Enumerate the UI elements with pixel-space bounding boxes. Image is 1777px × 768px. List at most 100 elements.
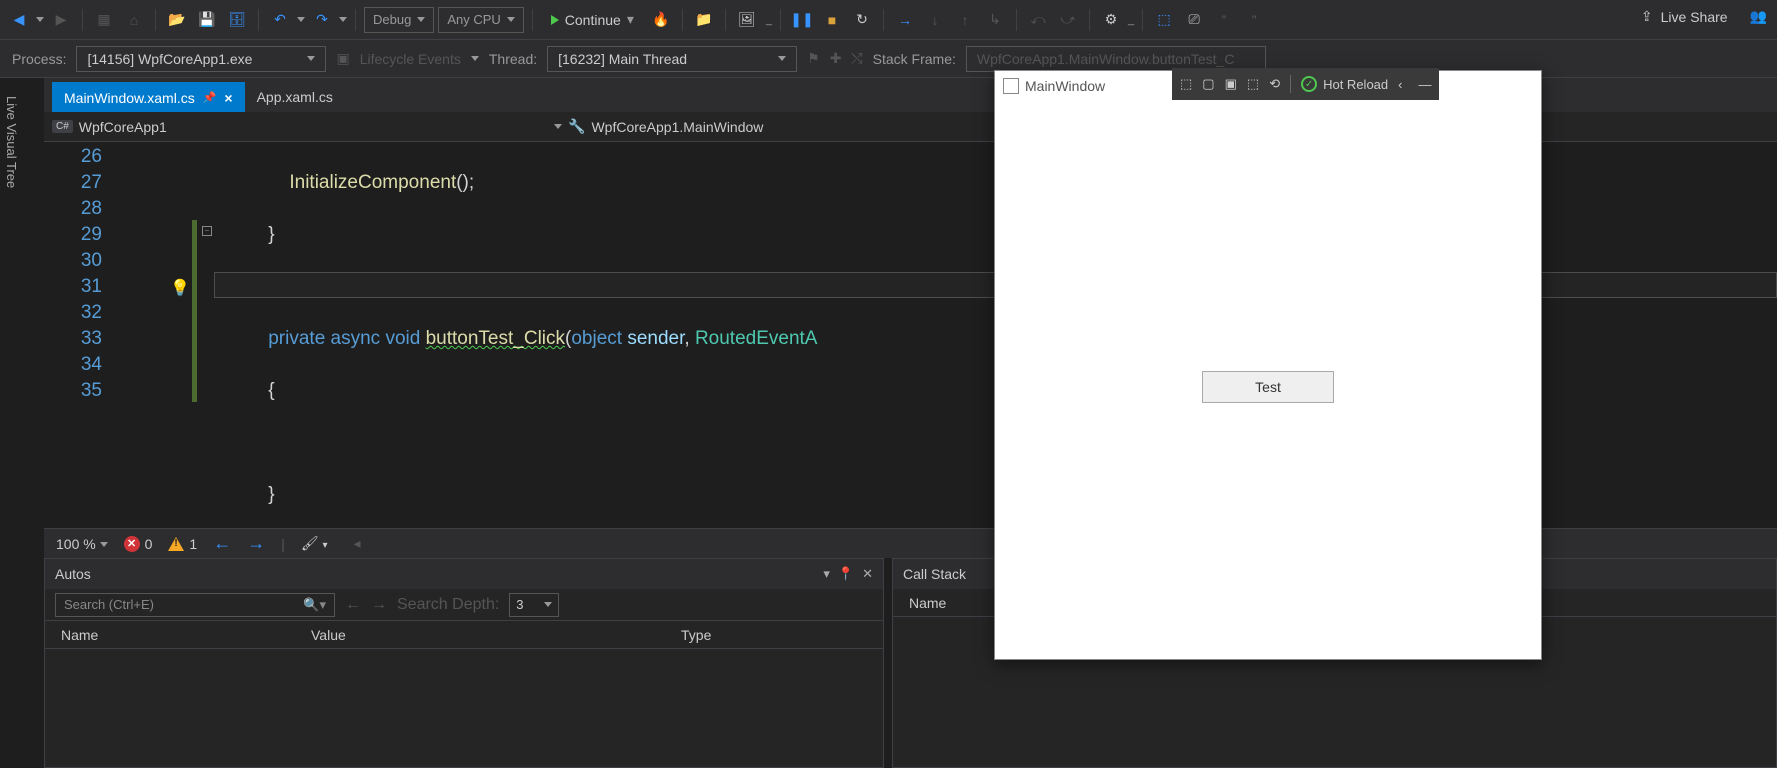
nav-back-icon[interactable]: ◀ (6, 7, 32, 33)
track-focus-icon[interactable]: ▣ (1225, 76, 1237, 92)
flag-filter-icon[interactable]: ⚑ (807, 50, 820, 67)
platform-dropdown[interactable]: Any CPU (438, 7, 523, 33)
crumb-project[interactable]: C# WpfCoreApp1 (52, 119, 562, 135)
open-folder-icon[interactable]: 📂 (164, 7, 190, 33)
shuffle-icon[interactable]: ⤭ (851, 50, 862, 67)
change-indicator (192, 220, 197, 402)
main-toolbar: ◀ ▶ ▦ ⌂ 📂 💾 🗄 ↶ ↷ Debug Any CPU Continue… (0, 0, 1777, 40)
nav-back-dropdown-icon[interactable] (36, 17, 44, 22)
check-icon: ✓ (1301, 76, 1317, 92)
paintbrush-icon[interactable]: 🖌 ▾ (301, 535, 328, 552)
scroll-left-icon[interactable]: ◂ (354, 535, 361, 552)
stop-icon[interactable]: ■ (819, 7, 845, 33)
warnings-badge[interactable]: 1 (168, 536, 197, 552)
search-back-icon[interactable]: ← (345, 596, 361, 614)
stackframe-label: Stack Frame: (873, 51, 956, 67)
wrench-icon: 🔧 (568, 118, 585, 135)
config-dropdown[interactable]: Debug (364, 7, 434, 33)
callstack-title: Call Stack (903, 566, 966, 582)
play-icon (551, 15, 559, 25)
continue-button[interactable]: Continue▾ (541, 7, 644, 33)
live-visual-tree-tab[interactable]: Live Visual Tree (0, 88, 23, 196)
redo-icon[interactable]: ↷ (309, 7, 335, 33)
errors-badge[interactable]: ✕0 (124, 536, 153, 552)
live-share[interactable]: ⇪ Live Share 👥 (1641, 8, 1767, 25)
cs-col-name[interactable]: Name (909, 595, 946, 611)
pin-panel-icon[interactable]: 📍 (838, 566, 854, 582)
thread-label: Thread: (489, 51, 537, 67)
code-layout-icon[interactable]: ⎚ (1181, 7, 1207, 33)
save-icon[interactable]: 💾 (194, 7, 220, 33)
app-icon (1003, 78, 1019, 94)
nav-forward-icon: ▶ (48, 7, 74, 33)
user-group-icon[interactable]: 👥 (1750, 8, 1767, 25)
goto-xaml-icon[interactable]: ⬚ (1247, 76, 1259, 92)
pin-icon[interactable]: 📌 (203, 91, 217, 104)
line-gutter: 26272829303132333435 (44, 142, 116, 528)
hot-reload-status[interactable]: ✓ Hot Reload (1301, 76, 1388, 92)
process-label: Process: (12, 51, 66, 67)
csharp-badge: C# (52, 120, 73, 133)
autos-search-input[interactable]: Search (Ctrl+E) 🔍▾ (55, 593, 335, 617)
browser-icon[interactable]: 📁 (691, 7, 717, 33)
new-file-icon[interactable]: ▦ (91, 7, 117, 33)
redo-arc-icon[interactable]: ⤻ (1055, 7, 1081, 33)
tab-appxaml[interactable]: App.xaml.cs (245, 82, 345, 112)
panel-dropdown-icon[interactable]: ▾ (823, 566, 830, 582)
tab-mainwindow[interactable]: MainWindow.xaml.cs 📌 × (52, 82, 245, 112)
autos-panel: Autos ▾ 📍 ✕ Search (Ctrl+E) 🔍▾ ← → Searc… (44, 558, 884, 768)
step-over-icon[interactable]: → (892, 7, 918, 33)
prev-issue-icon[interactable]: ← (213, 533, 231, 554)
minimize-icon[interactable]: — (1418, 77, 1431, 92)
collapse-left-icon[interactable]: ‹ (1398, 77, 1402, 92)
crumb-class[interactable]: 🔧 WpfCoreApp1.MainWindow (568, 118, 763, 135)
thread-dropdown[interactable]: [16232] Main Thread (547, 46, 797, 72)
picture-icon[interactable]: 🖼 (734, 7, 760, 33)
zoom-level[interactable]: 100 % (56, 536, 108, 552)
hot-reload-icon[interactable]: 🔥 (648, 7, 674, 33)
error-icon: ✕ (124, 536, 140, 552)
quotes-l-icon[interactable]: ‟ (1211, 7, 1237, 33)
layout-adorners-icon[interactable]: ▢ (1202, 76, 1214, 92)
quotes-r-icon[interactable]: ” (1241, 7, 1267, 33)
thread-filter-icon[interactable]: ✚ (830, 50, 842, 67)
next-issue-icon[interactable]: → (247, 533, 265, 554)
settings-icon[interactable]: ⚙ (1098, 7, 1124, 33)
warning-icon (168, 537, 184, 551)
test-button[interactable]: Test (1202, 371, 1334, 403)
binding-icon[interactable]: ⟲ (1269, 76, 1280, 92)
depth-label: Search Depth: (397, 596, 499, 614)
restart-icon[interactable]: ↻ (849, 7, 875, 33)
select-element-icon[interactable]: ⬚ (1180, 76, 1192, 92)
home-icon[interactable]: ⌂ (121, 7, 147, 33)
depth-input[interactable]: 3 (509, 593, 559, 617)
lifecycle-label[interactable]: Lifecycle Events (360, 51, 461, 67)
fold-toggle-icon[interactable]: − (202, 226, 212, 236)
lifecycle-icon[interactable]: ▣ (336, 50, 349, 67)
process-dropdown[interactable]: [14156] WpfCoreApp1.exe (76, 46, 326, 72)
running-app-window[interactable]: MainWindow Test (994, 70, 1542, 660)
col-type[interactable]: Type (681, 627, 867, 643)
search-fwd-icon[interactable]: → (371, 596, 387, 614)
undo-icon[interactable]: ↶ (267, 7, 293, 33)
lightbulb-icon[interactable]: 💡 (170, 276, 190, 302)
col-name[interactable]: Name (61, 627, 311, 643)
autos-title: Autos (55, 566, 91, 582)
window-layout-icon[interactable]: ⬚ (1151, 7, 1177, 33)
autos-table-header: Name Value Type (45, 621, 883, 649)
search-icon: 🔍▾ (303, 597, 326, 613)
share-icon: ⇪ (1641, 8, 1653, 25)
undo-dropdown-icon[interactable] (297, 17, 305, 22)
undo-arc-icon[interactable]: ⤺ (1025, 7, 1051, 33)
close-panel-icon[interactable]: ✕ (862, 566, 873, 582)
save-all-icon[interactable]: 🗄 (224, 7, 250, 33)
close-icon[interactable]: × (224, 90, 232, 106)
step-out-icon[interactable]: ↑ (952, 7, 978, 33)
xaml-overlay-toolbar[interactable]: ⬚ ▢ ▣ ⬚ ⟲ ✓ Hot Reload ‹ — (1172, 68, 1439, 100)
pause-icon[interactable]: ❚❚ (789, 7, 815, 33)
code-text[interactable]: InitializeComponent(); } private async v… (116, 142, 817, 528)
col-value[interactable]: Value (311, 627, 681, 643)
step-into-icon[interactable]: ↓ (922, 7, 948, 33)
redo-dropdown-icon[interactable] (339, 17, 347, 22)
step-icon[interactable]: ↳ (982, 7, 1008, 33)
